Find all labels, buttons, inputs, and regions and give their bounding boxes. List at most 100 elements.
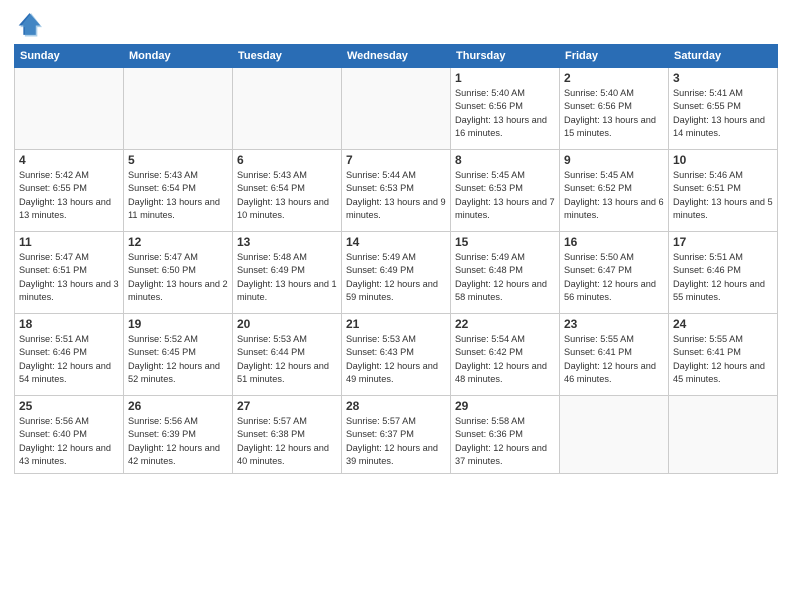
day-info: Sunrise: 5:43 AM Sunset: 6:54 PM Dayligh… bbox=[237, 169, 337, 222]
calendar-cell: 20 Sunrise: 5:53 AM Sunset: 6:44 PM Dayli… bbox=[233, 314, 342, 396]
weekday-header-row: SundayMondayTuesdayWednesdayThursdayFrid… bbox=[15, 45, 778, 68]
calendar-cell: 26 Sunrise: 5:56 AM Sunset: 6:39 PM Dayli… bbox=[124, 396, 233, 474]
day-number: 28 bbox=[346, 399, 446, 413]
week-row-4: 18 Sunrise: 5:51 AM Sunset: 6:46 PM Dayli… bbox=[15, 314, 778, 396]
day-number: 19 bbox=[128, 317, 228, 331]
day-number: 6 bbox=[237, 153, 337, 167]
day-number: 29 bbox=[455, 399, 555, 413]
calendar-cell: 2 Sunrise: 5:40 AM Sunset: 6:56 PM Daylig… bbox=[560, 68, 669, 150]
calendar-cell: 8 Sunrise: 5:45 AM Sunset: 6:53 PM Daylig… bbox=[451, 150, 560, 232]
calendar-cell: 27 Sunrise: 5:57 AM Sunset: 6:38 PM Dayli… bbox=[233, 396, 342, 474]
day-info: Sunrise: 5:48 AM Sunset: 6:49 PM Dayligh… bbox=[237, 251, 337, 304]
calendar-cell: 13 Sunrise: 5:48 AM Sunset: 6:49 PM Dayli… bbox=[233, 232, 342, 314]
day-info: Sunrise: 5:57 AM Sunset: 6:38 PM Dayligh… bbox=[237, 415, 337, 468]
weekday-header-tuesday: Tuesday bbox=[233, 45, 342, 68]
calendar-cell: 9 Sunrise: 5:45 AM Sunset: 6:52 PM Daylig… bbox=[560, 150, 669, 232]
day-info: Sunrise: 5:58 AM Sunset: 6:36 PM Dayligh… bbox=[455, 415, 555, 468]
calendar-cell: 24Sunrise: 5:55 AM Sunset: 6:41 PM Dayli… bbox=[669, 314, 778, 396]
day-info: Sunrise: 5:43 AM Sunset: 6:54 PM Dayligh… bbox=[128, 169, 228, 222]
day-number: 2 bbox=[564, 71, 664, 85]
calendar-cell: 11Sunrise: 5:47 AM Sunset: 6:51 PM Dayli… bbox=[15, 232, 124, 314]
day-info: Sunrise: 5:47 AM Sunset: 6:51 PM Dayligh… bbox=[19, 251, 119, 304]
day-info: Sunrise: 5:47 AM Sunset: 6:50 PM Dayligh… bbox=[128, 251, 228, 304]
calendar-cell bbox=[124, 68, 233, 150]
calendar-cell bbox=[233, 68, 342, 150]
day-number: 25 bbox=[19, 399, 119, 413]
day-number: 3 bbox=[673, 71, 773, 85]
day-number: 4 bbox=[19, 153, 119, 167]
calendar-cell bbox=[15, 68, 124, 150]
calendar-cell: 23 Sunrise: 5:55 AM Sunset: 6:41 PM Dayli… bbox=[560, 314, 669, 396]
day-info: Sunrise: 5:42 AM Sunset: 6:55 PM Dayligh… bbox=[19, 169, 119, 222]
day-number: 18 bbox=[19, 317, 119, 331]
day-info: Sunrise: 5:40 AM Sunset: 6:56 PM Dayligh… bbox=[564, 87, 664, 140]
day-number: 17 bbox=[673, 235, 773, 249]
day-info: Sunrise: 5:51 AM Sunset: 6:46 PM Dayligh… bbox=[19, 333, 119, 386]
day-number: 7 bbox=[346, 153, 446, 167]
calendar-cell: 22 Sunrise: 5:54 AM Sunset: 6:42 PM Dayli… bbox=[451, 314, 560, 396]
day-number: 20 bbox=[237, 317, 337, 331]
day-info: Sunrise: 5:57 AM Sunset: 6:37 PM Dayligh… bbox=[346, 415, 446, 468]
weekday-header-thursday: Thursday bbox=[451, 45, 560, 68]
weekday-header-monday: Monday bbox=[124, 45, 233, 68]
day-number: 10 bbox=[673, 153, 773, 167]
calendar-cell: 1 Sunrise: 5:40 AM Sunset: 6:56 PM Daylig… bbox=[451, 68, 560, 150]
weekday-header-sunday: Sunday bbox=[15, 45, 124, 68]
calendar-cell bbox=[560, 396, 669, 474]
day-number: 1 bbox=[455, 71, 555, 85]
weekday-header-friday: Friday bbox=[560, 45, 669, 68]
calendar-cell bbox=[342, 68, 451, 150]
day-info: Sunrise: 5:40 AM Sunset: 6:56 PM Dayligh… bbox=[455, 87, 555, 140]
day-info: Sunrise: 5:53 AM Sunset: 6:44 PM Dayligh… bbox=[237, 333, 337, 386]
day-info: Sunrise: 5:56 AM Sunset: 6:39 PM Dayligh… bbox=[128, 415, 228, 468]
calendar-cell: 7Sunrise: 5:44 AM Sunset: 6:53 PM Daylig… bbox=[342, 150, 451, 232]
page-container: SundayMondayTuesdayWednesdayThursdayFrid… bbox=[0, 0, 792, 482]
day-info: Sunrise: 5:49 AM Sunset: 6:48 PM Dayligh… bbox=[455, 251, 555, 304]
calendar-cell: 29 Sunrise: 5:58 AM Sunset: 6:36 PM Dayli… bbox=[451, 396, 560, 474]
day-number: 23 bbox=[564, 317, 664, 331]
calendar-cell: 10Sunrise: 5:46 AM Sunset: 6:51 PM Dayli… bbox=[669, 150, 778, 232]
day-number: 27 bbox=[237, 399, 337, 413]
day-number: 21 bbox=[346, 317, 446, 331]
weekday-header-wednesday: Wednesday bbox=[342, 45, 451, 68]
day-info: Sunrise: 5:45 AM Sunset: 6:53 PM Dayligh… bbox=[455, 169, 555, 222]
day-info: Sunrise: 5:50 AM Sunset: 6:47 PM Dayligh… bbox=[564, 251, 664, 304]
calendar-cell: 19 Sunrise: 5:52 AM Sunset: 6:45 PM Dayli… bbox=[124, 314, 233, 396]
day-info: Sunrise: 5:53 AM Sunset: 6:43 PM Dayligh… bbox=[346, 333, 446, 386]
calendar-cell: 16 Sunrise: 5:50 AM Sunset: 6:47 PM Dayli… bbox=[560, 232, 669, 314]
day-info: Sunrise: 5:41 AM Sunset: 6:55 PM Dayligh… bbox=[673, 87, 773, 140]
calendar-cell: 15Sunrise: 5:49 AM Sunset: 6:48 PM Dayli… bbox=[451, 232, 560, 314]
logo-icon bbox=[14, 10, 42, 38]
day-info: Sunrise: 5:51 AM Sunset: 6:46 PM Dayligh… bbox=[673, 251, 773, 304]
day-number: 5 bbox=[128, 153, 228, 167]
day-number: 26 bbox=[128, 399, 228, 413]
calendar-cell: 18 Sunrise: 5:51 AM Sunset: 6:46 PM Dayli… bbox=[15, 314, 124, 396]
week-row-2: 4 Sunrise: 5:42 AM Sunset: 6:55 PM Daylig… bbox=[15, 150, 778, 232]
day-number: 12 bbox=[128, 235, 228, 249]
day-info: Sunrise: 5:49 AM Sunset: 6:49 PM Dayligh… bbox=[346, 251, 446, 304]
weekday-header-saturday: Saturday bbox=[669, 45, 778, 68]
calendar-cell: 4 Sunrise: 5:42 AM Sunset: 6:55 PM Daylig… bbox=[15, 150, 124, 232]
day-info: Sunrise: 5:55 AM Sunset: 6:41 PM Dayligh… bbox=[564, 333, 664, 386]
day-number: 14 bbox=[346, 235, 446, 249]
day-info: Sunrise: 5:45 AM Sunset: 6:52 PM Dayligh… bbox=[564, 169, 664, 222]
week-row-3: 11Sunrise: 5:47 AM Sunset: 6:51 PM Dayli… bbox=[15, 232, 778, 314]
calendar-cell: 6 Sunrise: 5:43 AM Sunset: 6:54 PM Daylig… bbox=[233, 150, 342, 232]
week-row-5: 25 Sunrise: 5:56 AM Sunset: 6:40 PM Dayli… bbox=[15, 396, 778, 474]
day-number: 8 bbox=[455, 153, 555, 167]
day-info: Sunrise: 5:54 AM Sunset: 6:42 PM Dayligh… bbox=[455, 333, 555, 386]
day-info: Sunrise: 5:55 AM Sunset: 6:41 PM Dayligh… bbox=[673, 333, 773, 386]
day-info: Sunrise: 5:56 AM Sunset: 6:40 PM Dayligh… bbox=[19, 415, 119, 468]
week-row-1: 1 Sunrise: 5:40 AM Sunset: 6:56 PM Daylig… bbox=[15, 68, 778, 150]
calendar-cell bbox=[669, 396, 778, 474]
calendar-cell: 12 Sunrise: 5:47 AM Sunset: 6:50 PM Dayli… bbox=[124, 232, 233, 314]
header bbox=[14, 10, 778, 38]
day-number: 9 bbox=[564, 153, 664, 167]
calendar-cell: 28 Sunrise: 5:57 AM Sunset: 6:37 PM Dayli… bbox=[342, 396, 451, 474]
day-number: 13 bbox=[237, 235, 337, 249]
calendar: SundayMondayTuesdayWednesdayThursdayFrid… bbox=[14, 44, 778, 474]
day-number: 16 bbox=[564, 235, 664, 249]
day-number: 22 bbox=[455, 317, 555, 331]
day-info: Sunrise: 5:52 AM Sunset: 6:45 PM Dayligh… bbox=[128, 333, 228, 386]
calendar-cell: 14 Sunrise: 5:49 AM Sunset: 6:49 PM Dayli… bbox=[342, 232, 451, 314]
